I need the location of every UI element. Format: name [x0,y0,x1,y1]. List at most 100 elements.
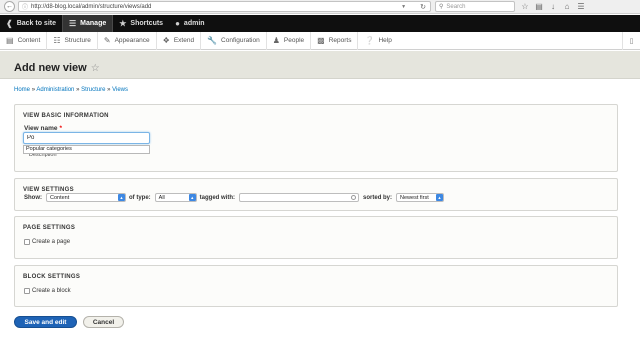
create-block-label: Create a block [32,288,71,294]
create-block-checkbox[interactable] [24,288,30,294]
tray-item-label: Content [17,37,41,44]
type-select[interactable]: All ▲ [154,193,197,202]
search-placeholder: Search [446,3,466,10]
view-settings-row: Show: Content ▲ of type: All ▲ tagged wi… [24,193,445,202]
back-to-site-link[interactable]: ❰ Back to site [0,15,62,32]
view-name-input[interactable] [23,132,150,144]
tray-item-label: Structure [64,37,91,44]
tagged-with-label: tagged with: [199,194,236,201]
breadcrumb-structure[interactable]: Structure [81,87,105,93]
back-arrow-icon[interactable]: ← [4,1,15,12]
of-type-label: of type: [129,194,151,201]
cancel-button[interactable]: Cancel [83,316,124,328]
sort-select[interactable]: Newest first ▲ [396,193,445,202]
tray-item-structure[interactable]: ☷ Structure [47,31,98,50]
view-name-label-text: View name [24,125,58,132]
show-label: Show: [24,194,42,201]
sorted-by-label: sorted by: [363,194,393,201]
fieldset-legend: PAGE SETTINGS [23,225,76,231]
fieldset-legend: BLOCK SETTINGS [23,274,81,280]
tray-item-extend[interactable]: ❖ Extend [157,31,202,50]
bookmark-star-icon[interactable]: ☆ [521,2,529,11]
content-icon: ▤ [6,36,14,45]
orientation-icon: ▯ [629,37,634,45]
tray-item-label: Help [378,37,392,44]
breadcrumb-administration[interactable]: Administration [36,87,74,93]
browser-search-input[interactable]: ⚲ Search [435,1,515,12]
create-page-checkbox[interactable] [24,239,30,245]
tray-item-label: People [283,37,305,44]
sort-select-value: Newest first [400,194,429,201]
tray-item-people[interactable]: ♟ People [267,31,312,50]
page-title: Add new view ☆ [14,62,100,74]
breadcrumb-views[interactable]: Views [112,87,128,93]
brush-icon: ✎ [103,36,111,45]
tray-item-content[interactable]: ▤ Content [0,31,48,50]
manage-tab[interactable]: ☰ Manage [62,15,114,32]
star-icon: ★ [119,19,127,28]
shortcut-star-icon[interactable]: ☆ [91,63,100,74]
breadcrumb: Home » Administration » Structure » View… [14,87,128,93]
structure-icon: ☷ [53,36,61,45]
breadcrumb-separator: » [31,87,36,93]
manage-label: Manage [80,20,107,27]
reading-list-icon[interactable]: ▤ [535,2,543,11]
arrow-left-icon: ❰ [6,19,13,28]
type-select-value: All [158,194,165,201]
user-icon: ● [175,19,180,28]
show-select[interactable]: Content ▲ [46,193,126,202]
admin-tray: ▤ Content ☷ Structure ✎ Appearance ❖ Ext… [0,31,640,50]
user-tab[interactable]: ● admin [169,15,210,32]
view-settings-fieldset: VIEW SETTINGS Show: Content ▲ of type: A… [14,178,618,211]
tray-item-label: Appearance [114,37,150,44]
save-and-edit-button[interactable]: Save and edit [14,316,77,328]
wrench-icon: 🔧 [207,36,218,45]
back-to-site-label: Back to site [16,20,56,27]
help-icon: ❔ [364,36,375,45]
page-title-text: Add new view [14,62,87,74]
create-block-option[interactable]: Create a block [24,288,71,294]
tray-item-configuration[interactable]: 🔧 Configuration [201,31,267,50]
tray-item-label: Configuration [221,37,260,44]
block-settings-fieldset: BLOCK SETTINGS Create a block [14,265,618,307]
show-select-value: Content [50,194,70,201]
autocomplete-throbber-icon [351,195,357,200]
tray-item-appearance[interactable]: ✎ Appearance [98,31,157,50]
breadcrumb-separator: » [76,87,80,93]
tray-item-reports[interactable]: ▩ Reports [311,31,359,50]
bar-chart-icon: ▩ [317,36,325,45]
select-arrows-icon: ▲ [188,194,196,201]
menu-icon[interactable]: ☰ [577,2,585,11]
select-arrows-icon: ▲ [436,194,444,201]
user-label: admin [183,20,205,27]
url-bar[interactable]: ⓘ http://d8-blog.local/admin/structure/v… [18,1,431,12]
people-icon: ♟ [272,36,280,45]
select-arrows-icon: ▲ [118,194,125,201]
shortcuts-label: Shortcuts [130,20,164,27]
view-name-label: View name * [24,125,62,132]
create-page-option[interactable]: Create a page [24,239,70,245]
breadcrumb-home[interactable]: Home [14,87,30,93]
download-icon[interactable]: ↓ [549,2,557,11]
tray-item-label: Reports [328,37,352,44]
tray-item-label: Extend [173,37,195,44]
hamburger-icon: ☰ [69,19,77,28]
page-settings-fieldset: PAGE SETTINGS Create a page [14,216,618,259]
fieldset-legend: VIEW BASIC INFORMATION [23,113,109,119]
browser-toolbar: ← ⓘ http://d8-blog.local/admin/structure… [0,0,640,14]
info-icon: ⓘ [22,5,29,11]
tray-item-help[interactable]: ❔ Help [358,32,397,50]
view-basic-information-fieldset: VIEW BASIC INFORMATION View name* Descri… [14,104,618,172]
puzzle-icon: ❖ [162,36,170,45]
reload-icon[interactable]: ↻ [420,3,426,11]
admin-toolbar: ❰ Back to site ☰ Manage ★ Shortcuts ● ad… [0,15,640,32]
autocomplete-option[interactable]: Popular categories [23,145,150,154]
chevron-down-icon[interactable]: ▼ [401,4,406,10]
breadcrumb-separator: » [107,87,111,93]
tagged-with-input[interactable] [239,193,360,202]
tray-orientation-toggle[interactable]: ▯ [622,31,640,50]
home-icon[interactable]: ⌂ [563,2,571,11]
search-icon: ⚲ [439,4,444,10]
shortcuts-tab[interactable]: ★ Shortcuts [113,15,169,32]
required-marker: * [59,125,63,132]
